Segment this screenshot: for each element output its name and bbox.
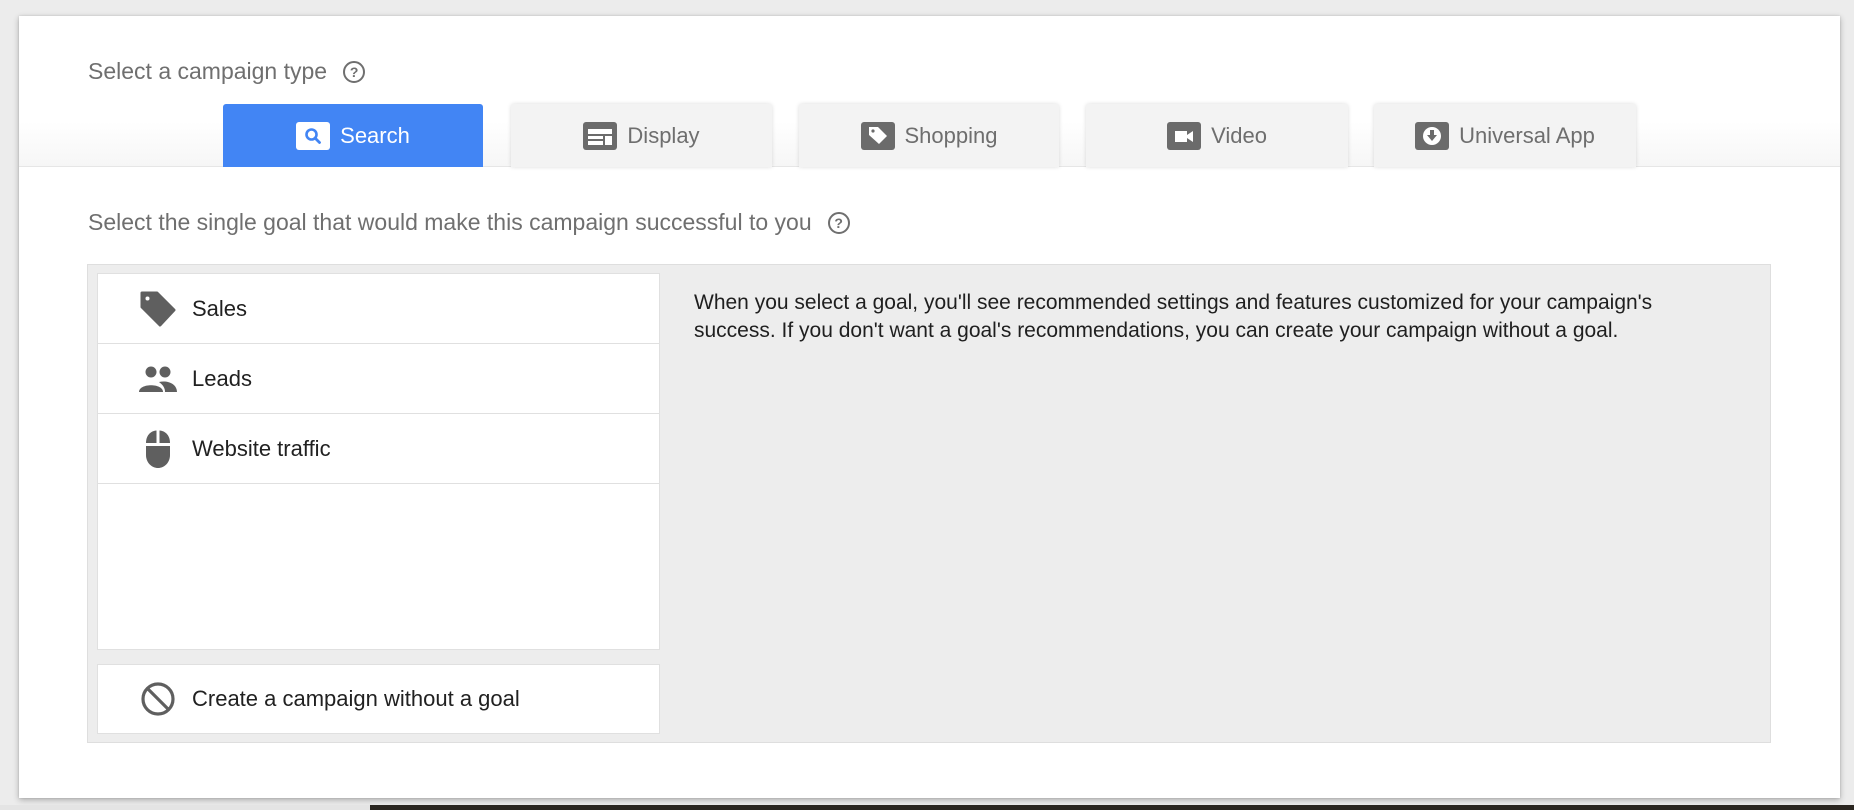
goal-label: Sales bbox=[192, 295, 248, 321]
goal-option-no-goal[interactable]: Create a campaign without a goal bbox=[98, 665, 659, 733]
tab-label: Shopping bbox=[904, 122, 998, 148]
tab-video[interactable]: Video bbox=[1086, 104, 1348, 167]
block-icon bbox=[138, 679, 178, 719]
tab-shopping[interactable]: Shopping bbox=[799, 104, 1059, 167]
tab-label: Video bbox=[1211, 122, 1267, 148]
campaign-card: Select a campaign type ? Search Display … bbox=[19, 16, 1840, 798]
tab-label: Search bbox=[340, 122, 410, 148]
tab-universal-app[interactable]: Universal App bbox=[1374, 104, 1636, 167]
goal-title: Select the single goal that would make t… bbox=[88, 209, 850, 236]
tab-search[interactable]: Search bbox=[223, 104, 483, 167]
goal-option-website-traffic[interactable]: Website traffic bbox=[98, 414, 659, 484]
goal-label: Create a campaign without a goal bbox=[192, 686, 520, 711]
goal-option-sales[interactable]: Sales bbox=[98, 274, 659, 344]
video-camera-icon bbox=[1167, 121, 1202, 150]
tab-label: Display bbox=[627, 122, 700, 148]
mouse-icon bbox=[138, 429, 178, 469]
goal-option-leads[interactable]: Leads bbox=[98, 344, 659, 414]
goal-label: Website traffic bbox=[192, 435, 331, 461]
no-goal-box: Create a campaign without a goal bbox=[97, 664, 660, 734]
help-circle-icon[interactable]: ? bbox=[827, 211, 850, 234]
help-circle-icon[interactable]: ? bbox=[343, 60, 366, 83]
background-strip bbox=[0, 805, 1854, 810]
display-layout-icon bbox=[583, 121, 618, 150]
tag-icon bbox=[860, 121, 895, 150]
goal-title-text: Select the single goal that would make t… bbox=[88, 209, 812, 235]
people-icon bbox=[138, 359, 178, 399]
tab-label: Universal App bbox=[1459, 122, 1595, 148]
tag-icon bbox=[138, 289, 178, 329]
background-strip-light bbox=[0, 805, 370, 810]
campaign-type-title-text: Select a campaign type bbox=[88, 58, 328, 84]
tab-display[interactable]: Display bbox=[511, 104, 772, 167]
goal-panel: Sales Leads Website traffic Create a cam… bbox=[87, 264, 1771, 743]
search-icon bbox=[296, 121, 331, 150]
download-icon bbox=[1415, 121, 1450, 150]
campaign-type-title: Select a campaign type ? bbox=[88, 58, 366, 85]
goal-label: Leads bbox=[192, 365, 252, 391]
goal-description: When you select a goal, you'll see recom… bbox=[694, 291, 1653, 342]
goal-list: Sales Leads Website traffic bbox=[97, 273, 660, 650]
